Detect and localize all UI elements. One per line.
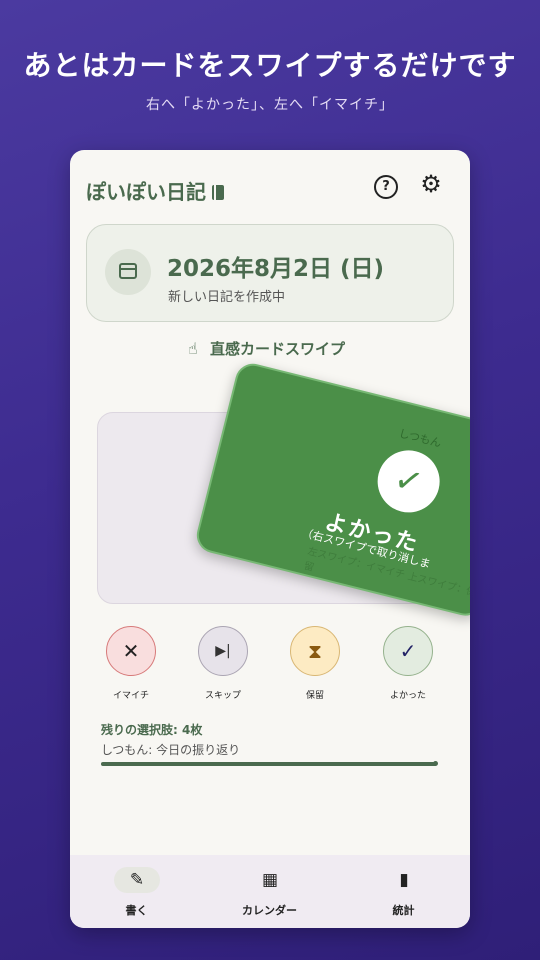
progress-end-dot xyxy=(433,761,438,766)
promo-subline: 右へ「よかった」、左へ「イマイチ」 xyxy=(146,97,394,113)
hold-label: 保留 xyxy=(305,691,324,701)
check-icon: ✓ xyxy=(399,639,417,663)
skip-button[interactable]: ▶| xyxy=(198,626,248,676)
remaining-count: 残りの選択肢: 4枚 xyxy=(101,723,203,737)
swipe-hint: ☝ 直感カードスワイプ xyxy=(188,338,345,359)
date-card[interactable]: 2026年8月2日 (日) 新しい日記を作成中 xyxy=(86,224,454,322)
nav-stats[interactable]: ▮ 統計 xyxy=(337,855,470,928)
gear-icon: ⚙ xyxy=(420,170,442,198)
bottom-navigation: ✎ 書く ▦ カレンダー ▮ 統計 xyxy=(70,855,470,928)
close-icon: ✕ xyxy=(122,639,140,663)
app-title-text: ぽいぽい日記 xyxy=(86,180,206,204)
swipe-hint-text: 直感カードスワイプ xyxy=(210,340,346,358)
swipe-hand-icon: ☝ xyxy=(188,339,198,358)
skip-next-icon: ▶| xyxy=(215,643,231,659)
help-circle-icon: ? xyxy=(382,179,390,194)
diary-status: 新しい日記を作成中 xyxy=(168,290,286,305)
nav-write-label: 書く xyxy=(125,904,148,917)
app-title: ぽいぽい日記 xyxy=(86,176,224,205)
yokatta-label: よかった xyxy=(389,691,426,701)
progress-fill xyxy=(101,762,437,766)
hourglass-icon: ⧗ xyxy=(307,639,323,663)
diary-date: 2026年8月2日 (日) xyxy=(167,256,385,282)
imaichi-label: イマイチ xyxy=(112,691,149,701)
calendar-edit-icon xyxy=(105,249,151,295)
card-question: しつもん xyxy=(397,426,443,450)
nav-write[interactable]: ✎ 書く xyxy=(70,855,203,928)
imaichi-button[interactable]: ✕ xyxy=(106,626,156,676)
phone-screen: ぽいぽい日記 ? ⚙ 2026年8月2日 (日) 新しい日記を作成中 ☝ 直感カー… xyxy=(70,150,470,928)
current-question: しつもん: 今日の振り返り xyxy=(101,743,241,757)
book-icon xyxy=(212,185,224,200)
nav-calendar[interactable]: ▦ カレンダー xyxy=(203,855,336,928)
progress-bar xyxy=(101,761,438,766)
yokatta-button[interactable]: ✓ xyxy=(383,626,433,676)
skip-label: スキップ xyxy=(204,691,241,701)
bar-chart-icon: ▮ xyxy=(399,870,409,890)
check-icon: ✓ xyxy=(371,443,447,519)
nav-stats-label: 統計 xyxy=(392,904,415,917)
hold-button[interactable]: ⧗ xyxy=(290,626,340,676)
settings-button[interactable]: ⚙ xyxy=(419,172,443,196)
promo-headline: あとはカードをスワイプするだけです xyxy=(23,49,517,82)
help-button[interactable]: ? xyxy=(374,175,398,199)
calendar-icon: ▦ xyxy=(261,870,279,890)
pencil-icon: ✎ xyxy=(114,867,160,893)
nav-calendar-label: カレンダー xyxy=(242,904,297,917)
